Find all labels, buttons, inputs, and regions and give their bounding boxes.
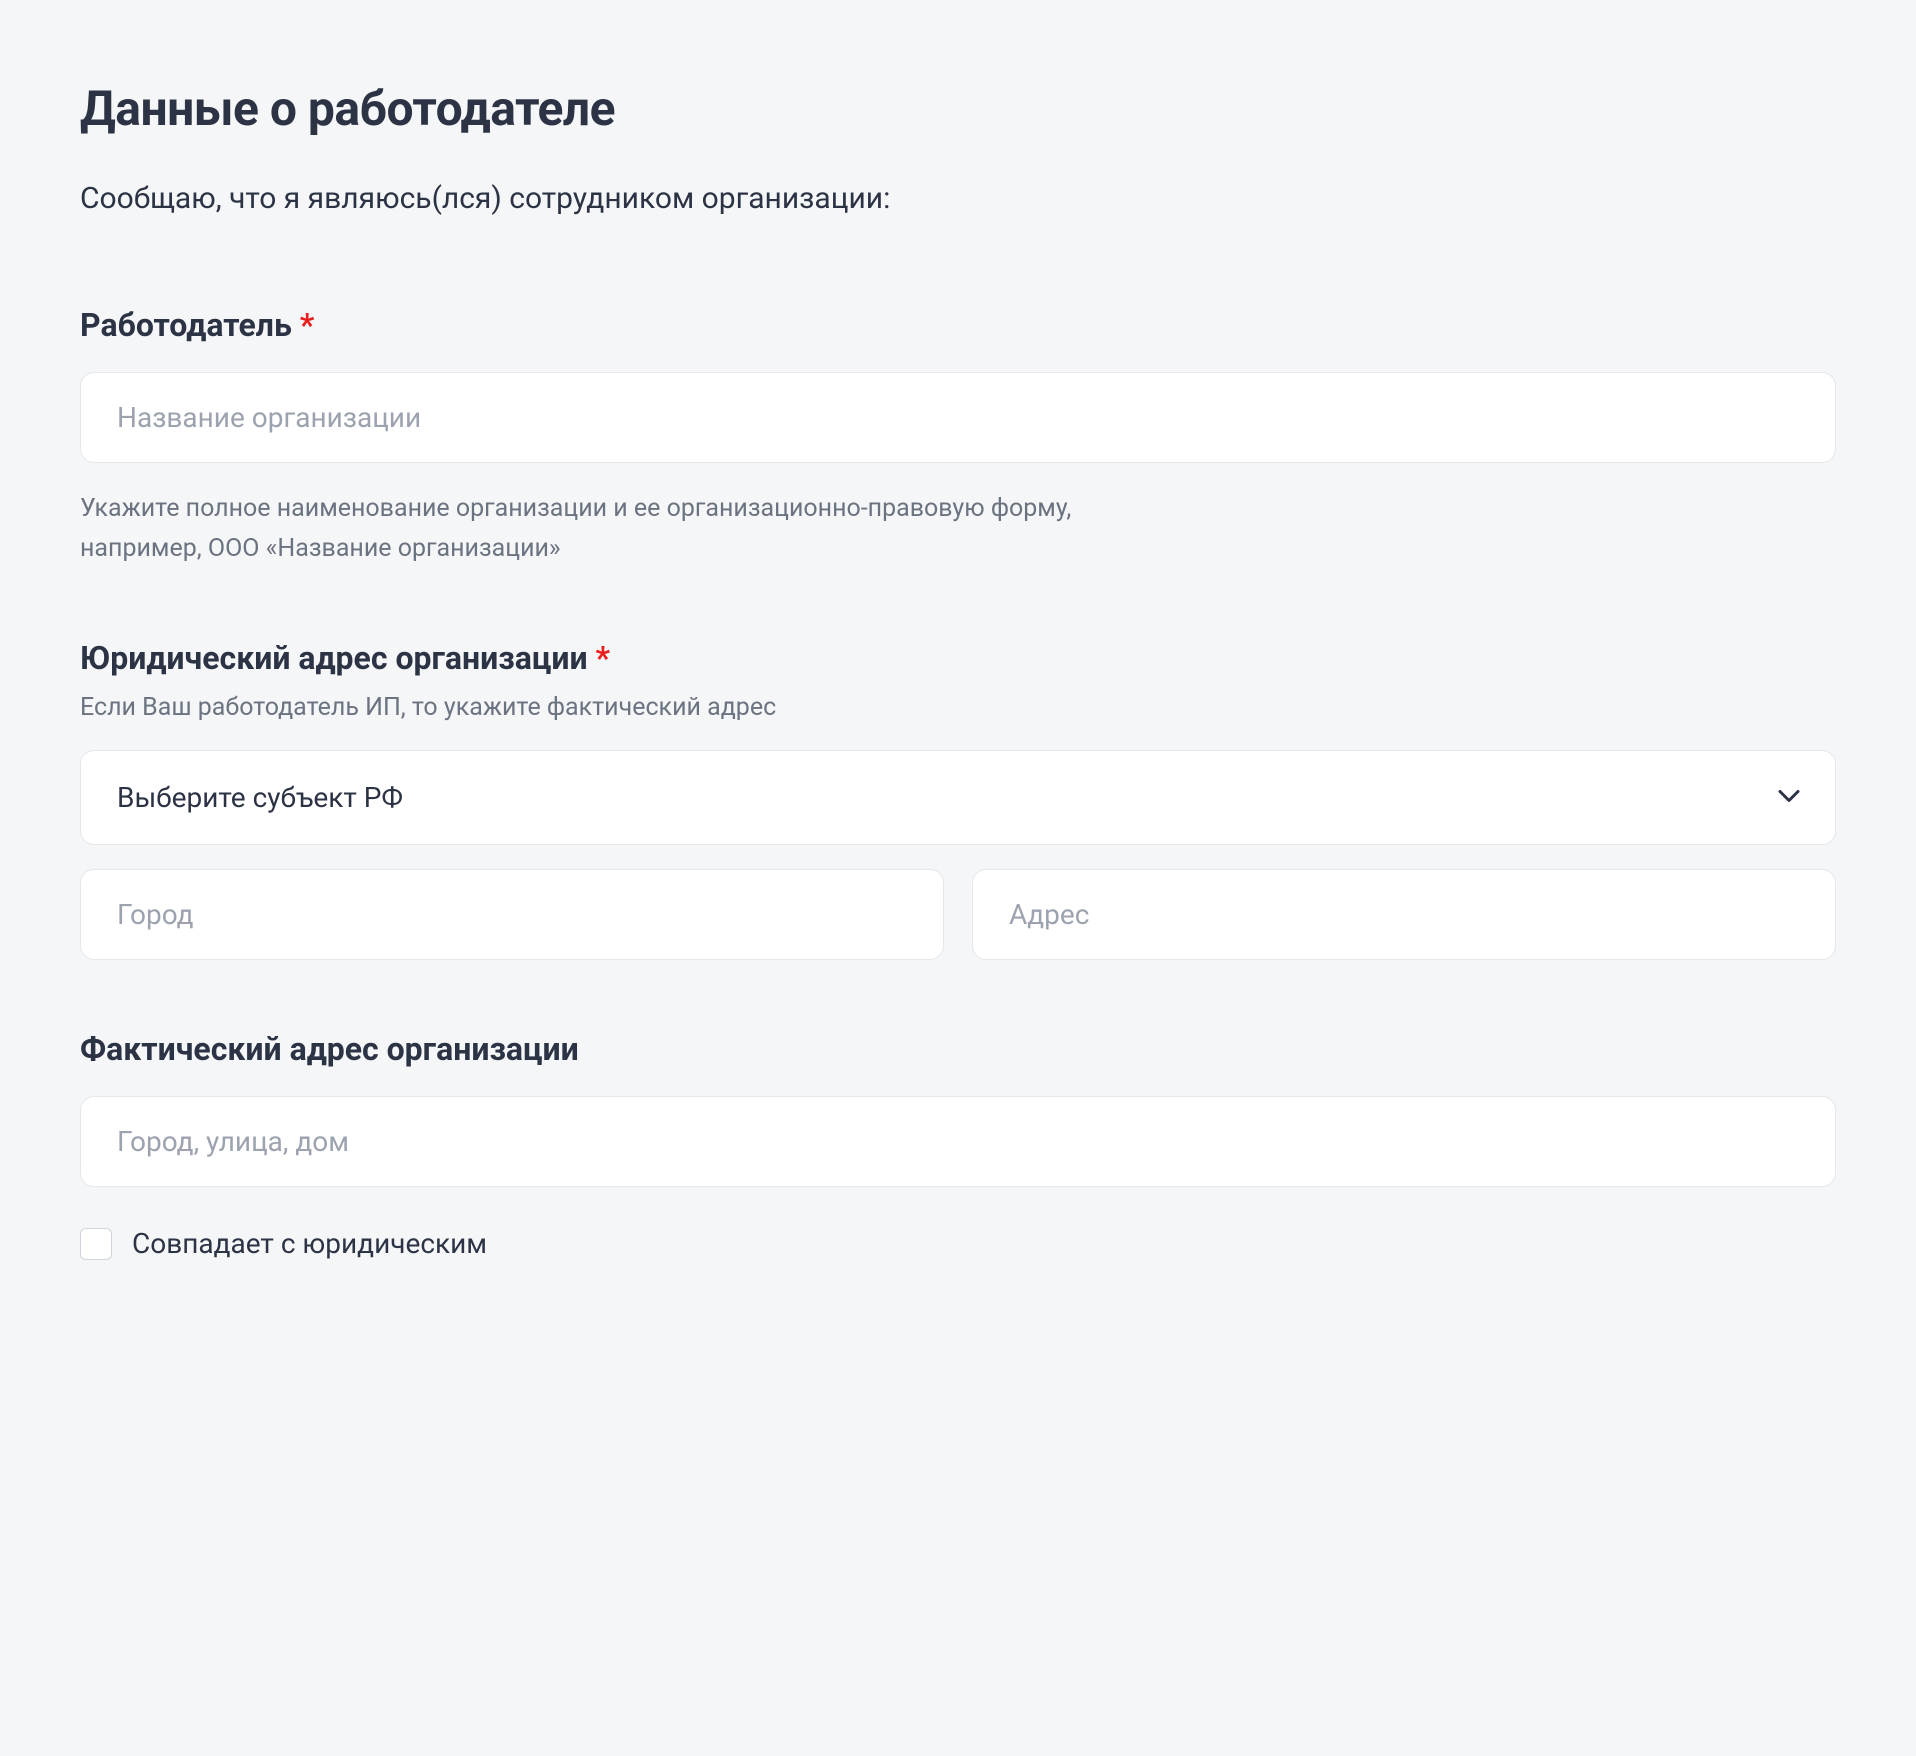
legal-address-sublabel: Если Ваш работодатель ИП, то укажите фак…	[80, 693, 1836, 722]
same-as-legal-row: Совпадает с юридическим	[80, 1227, 1836, 1260]
employer-label: Работодатель *	[80, 306, 1836, 344]
same-as-legal-label: Совпадает с юридическим	[132, 1227, 487, 1260]
page-title: Данные о работодателе	[80, 80, 1836, 137]
employer-input[interactable]	[80, 372, 1836, 463]
actual-address-label-text: Фактический адрес организации	[80, 1030, 579, 1068]
actual-address-input[interactable]	[80, 1096, 1836, 1187]
employer-label-text: Работодатель	[80, 306, 292, 344]
city-input[interactable]	[80, 869, 944, 960]
required-indicator: *	[596, 639, 611, 677]
intro-text: Сообщаю, что я являюсь(лся) сотрудником …	[80, 181, 1836, 216]
address-input[interactable]	[972, 869, 1836, 960]
legal-address-field-group: Юридический адрес организации * Если Ваш…	[80, 639, 1836, 960]
employer-help-text: Укажите полное наименование организации …	[80, 489, 1180, 569]
actual-address-field-group: Фактический адрес организации Совпадает …	[80, 1030, 1836, 1260]
subject-select[interactable]: Выберите субъект РФ	[80, 750, 1836, 845]
legal-address-label: Юридический адрес организации *	[80, 639, 1836, 677]
actual-address-label: Фактический адрес организации	[80, 1030, 1836, 1068]
legal-address-label-text: Юридический адрес организации	[80, 639, 588, 677]
subject-select-wrapper: Выберите субъект РФ	[80, 750, 1836, 845]
employer-field-group: Работодатель * Укажите полное наименован…	[80, 306, 1836, 569]
same-as-legal-checkbox[interactable]	[80, 1228, 112, 1260]
city-address-row	[80, 869, 1836, 960]
required-indicator: *	[300, 306, 315, 344]
